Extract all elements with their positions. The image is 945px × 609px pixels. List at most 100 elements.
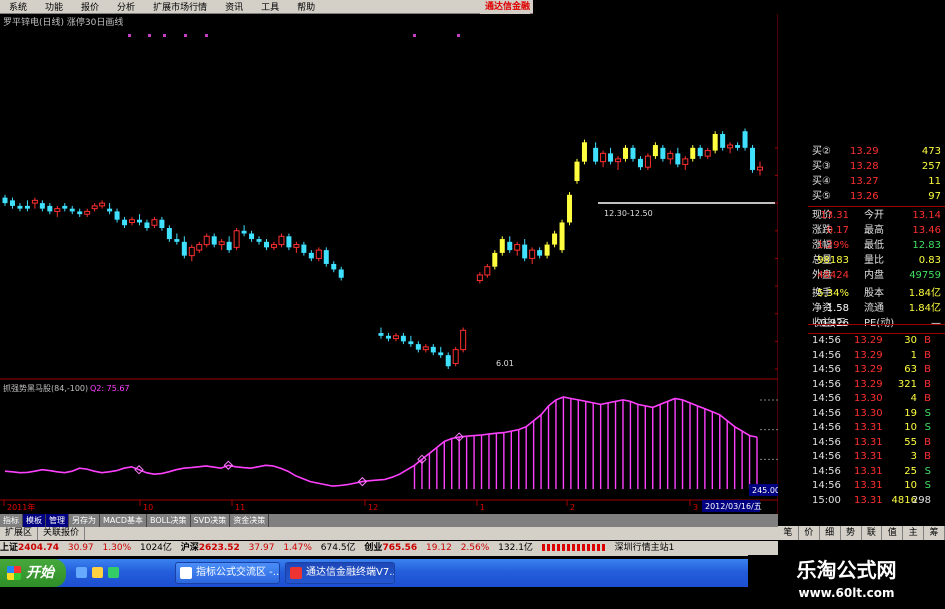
sz-amount: 674.5亿: [320, 543, 356, 553]
time-axis-label: 11: [235, 503, 245, 512]
extension-tab-bar: 扩展区 关联报价: [0, 527, 778, 540]
station-name[interactable]: 深圳行情主站1: [615, 543, 675, 553]
candle: [323, 247, 329, 267]
menu-tools[interactable]: 工具: [252, 0, 288, 13]
date-box-text: 2012/03/16/五: [705, 502, 762, 511]
app-icon[interactable]: [108, 567, 119, 578]
stat-row: 涨幅 1.29% 最低 12.83: [812, 240, 941, 251]
rtab-value[interactable]: 值: [882, 526, 904, 540]
sh-amount: 1024亿: [140, 543, 172, 553]
panel-divider: [808, 324, 945, 325]
taskbar-window-tdx[interactable]: 通达信金融终端V7...: [285, 562, 395, 584]
tick-row: 14:56 13.31 10 S: [812, 422, 931, 433]
sz-change: 37.97: [248, 543, 275, 553]
tab-svd[interactable]: SVD决策: [191, 514, 231, 527]
rtab-chips[interactable]: 筹: [924, 526, 945, 540]
candle: [574, 158, 580, 184]
rtab-link[interactable]: 联: [862, 526, 883, 540]
candle: [644, 153, 651, 170]
tick-row: 14:56 13.30 19 S: [812, 407, 931, 419]
rtab-main[interactable]: 主: [903, 526, 925, 540]
indicator-value: Q2: 75.67: [90, 384, 130, 393]
taskbar-window-forum[interactable]: 指标公式交流区 -...: [175, 562, 280, 584]
chart-header: 罗平锌电(日线) 涨停30日画线: [3, 16, 123, 28]
rtab-detail[interactable]: 细: [820, 526, 841, 540]
sh-index[interactable]: 上证2404.74: [0, 543, 59, 553]
tick-row: 14:56 13.31 25 S: [812, 465, 931, 477]
bid-row: 买⑤ 13.26 97: [812, 191, 941, 202]
menu-extended-market[interactable]: 扩展市场行情: [144, 0, 216, 13]
menu-system[interactable]: 系统: [0, 0, 36, 13]
watermark: 乐淘公式网 www.60lt.com: [748, 555, 945, 609]
time-axis-label: 1: [480, 503, 485, 512]
time-axis-label: 3: [693, 503, 698, 512]
cy-amount: 132.1亿: [498, 543, 533, 553]
tab-indicator[interactable]: 指标: [0, 514, 23, 527]
candle: [750, 145, 756, 173]
stat-row: 外盘 48424 内盘 49759: [812, 270, 941, 281]
stat-row: 换手 5.34% 股本 1.84亿: [812, 288, 941, 299]
candle: [559, 219, 565, 253]
candle: [233, 228, 240, 251]
tab-boll[interactable]: BOLL决策: [147, 514, 191, 527]
rtab-price[interactable]: 价: [799, 526, 820, 540]
bid-row: 买③ 13.28 257: [812, 161, 941, 172]
tab-fund[interactable]: 资金决策: [230, 514, 270, 527]
menu-analysis[interactable]: 分析: [108, 0, 144, 13]
tick-row: 14:56 13.29 1 B: [812, 349, 931, 361]
stat-row: 净资 1.58 流通 1.84亿: [812, 303, 941, 314]
stat-row: 涨跌 0.17 最高 13.46: [812, 225, 941, 236]
sh-change: 30.97: [67, 543, 94, 553]
start-button[interactable]: 开始: [0, 559, 66, 587]
tick-row: 14:56 13.31 3 B: [812, 451, 931, 462]
corner-value: 245.00: [752, 486, 778, 495]
rtab-tick[interactable]: 笔: [778, 526, 799, 540]
tab-template[interactable]: 模板: [23, 514, 46, 527]
bid-row: 买④ 13.27 11: [812, 176, 941, 187]
tab-extension[interactable]: 扩展区: [0, 527, 39, 540]
tick-row: 14:56 13.31 10 S: [812, 480, 931, 491]
menu-help[interactable]: 帮助: [288, 0, 324, 13]
candle: [567, 192, 573, 226]
right-tab-bar: 笔 价 细 势 联 值 主 筹: [778, 526, 945, 540]
tick-row: 14:56 13.31 55 B: [812, 436, 931, 448]
tab-macd[interactable]: MACD基本: [100, 514, 147, 527]
candle: [581, 139, 587, 165]
kline-chart[interactable]: 罗平锌电(日线) 涨停30日画线 14.0013.0012.0011.0010.…: [0, 14, 778, 514]
window-icon: [180, 567, 192, 579]
indicator-name: 抓强势黑马股(84,-100): [3, 383, 88, 393]
candle: [452, 346, 459, 367]
time-axis-label: 2011年: [7, 502, 35, 512]
brand-title: 通达信金融: [480, 0, 531, 14]
tab-related-quote[interactable]: 关联报价: [38, 527, 86, 540]
cy-index[interactable]: 创业765.56: [364, 543, 417, 553]
ie-icon[interactable]: [76, 567, 87, 578]
candle: [742, 128, 748, 151]
range-annotation: 12.30-12.50: [604, 209, 653, 218]
time-axis-label: 12: [368, 503, 378, 512]
tick-row: 15:00 13.31 4816 298: [812, 494, 931, 506]
rtab-trend[interactable]: 势: [841, 526, 862, 540]
time-axis-label: 10: [143, 503, 153, 512]
tick-row: 14:56 13.29 321 B: [812, 378, 931, 390]
time-axis-label: 2: [570, 503, 575, 512]
panel-divider: [808, 206, 945, 207]
bid-row: 买② 13.29 473: [812, 146, 941, 157]
candle: [720, 131, 726, 151]
menu-info[interactable]: 资讯: [216, 0, 252, 13]
sz-index[interactable]: 沪深2623.52: [181, 543, 240, 553]
indicator-tab-bar: 指标 模板 管理 另存为 MACD基本 BOLL决策 SVD决策 资金决策: [0, 514, 778, 527]
tab-save-as[interactable]: 另存为: [69, 514, 100, 527]
tab-manage[interactable]: 管理: [46, 514, 69, 527]
watermark-url: www.60lt.com: [798, 586, 895, 600]
indicator-line: [4, 396, 758, 487]
watermark-title: 乐淘公式网: [796, 558, 897, 582]
cy-pct: 2.56%: [460, 543, 490, 553]
quote-panel: 买② 13.29 473 买③ 13.28 257 买④ 13.27 11 买⑤ 13.26 97 现价…: [778, 136, 945, 526]
status-bar: 上证2404.74 30.97 1.30% 1024亿 沪深2623.52 37…: [0, 541, 778, 556]
candle: [492, 250, 498, 270]
menu-bar: 系统 功能 报价 分析 扩展市场行情 资讯 工具 帮助: [0, 0, 533, 14]
menu-quote[interactable]: 报价: [72, 0, 108, 13]
folder-icon[interactable]: [92, 567, 103, 578]
menu-function[interactable]: 功能: [36, 0, 72, 13]
